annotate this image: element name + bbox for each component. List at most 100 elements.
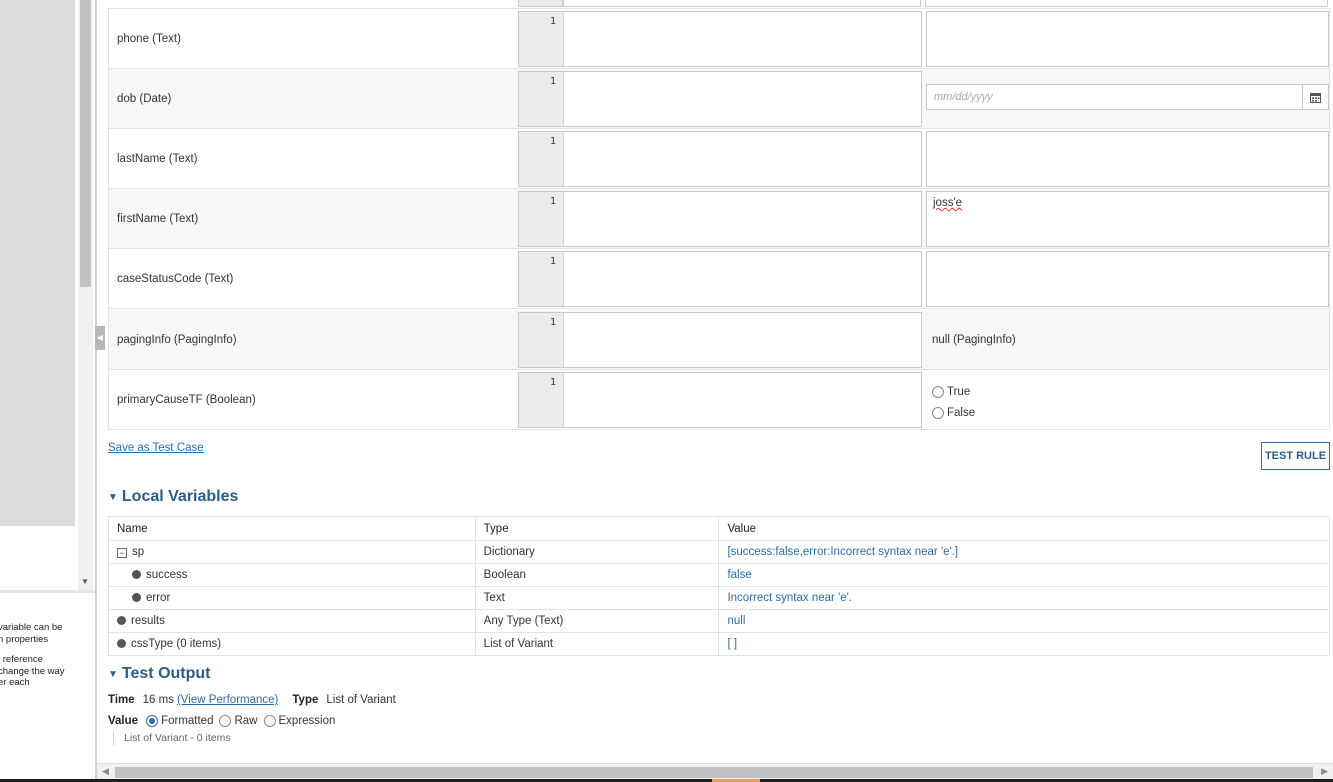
variable-value: null [718, 609, 1330, 633]
param-name: caseStatusCode (Text) [117, 273, 234, 285]
expression-editor[interactable]: 1 [518, 191, 922, 247]
test-output-result: List of Variant - 0 items [113, 731, 231, 745]
expression-editor[interactable]: 1 [518, 251, 922, 307]
expression-gutter: 1 [519, 12, 564, 66]
local-variables-header[interactable]: ▼ Local Variables [108, 488, 238, 506]
dob-date-field[interactable]: mm/dd/yyyy [926, 84, 1329, 110]
line-number: 1 [549, 16, 556, 27]
boolean-radio-group: True False [932, 381, 975, 423]
firstname-value-field[interactable]: joss'e [926, 191, 1329, 247]
left-scrollbar-thumb[interactable] [80, 0, 91, 287]
collapse-panel-icon[interactable]: ◀ [95, 326, 105, 350]
line-number: 1 [549, 136, 556, 147]
variable-name-cell: error [108, 586, 476, 610]
left-panel: ▼ variable can be n properties l referen… [0, 0, 95, 782]
param-name: lastName (Text) [117, 153, 198, 165]
variable-name: success [146, 569, 188, 581]
horizontal-scrollbar[interactable]: ◀ ▶ [97, 763, 1333, 780]
param-row-lastname: lastName (Text) 1 [108, 129, 1330, 189]
scroll-left-arrow-icon[interactable]: ◀ [102, 766, 109, 777]
radio-false[interactable]: False [932, 402, 975, 423]
value-field[interactable] [925, 0, 1328, 7]
chevron-down-icon[interactable]: ▼ [108, 492, 118, 503]
expression-gutter: 1 [519, 72, 564, 126]
variable-name-cell: success [108, 563, 476, 587]
line-number: 1 [549, 196, 556, 207]
expression-editor[interactable]: 1 [518, 312, 922, 368]
scroll-right-arrow-icon[interactable]: ▶ [1321, 766, 1328, 777]
casestatuscode-value-field[interactable] [926, 251, 1329, 307]
radio-true[interactable]: True [932, 381, 975, 402]
scroll-down-arrow-icon[interactable]: ▼ [81, 577, 89, 586]
format-formatted-option[interactable]: Formatted [146, 715, 213, 727]
format-raw-option[interactable]: Raw [219, 715, 258, 727]
table-header-row: Name Type Value [108, 516, 1330, 541]
param-row-paginginfo: pagingInfo (PagingInfo) 1 null (PagingIn… [108, 310, 1330, 370]
field-value: joss'e [933, 197, 963, 209]
help-line: variable can be [0, 622, 63, 633]
lastname-value-field[interactable] [926, 131, 1329, 187]
radio-button[interactable] [263, 715, 276, 727]
calendar-icon[interactable] [1302, 85, 1328, 109]
view-performance-link[interactable]: (View Performance) [177, 694, 278, 706]
help-line: er each [0, 677, 30, 688]
bullet-icon [117, 616, 126, 625]
expression-editor[interactable]: 1 [518, 131, 922, 187]
left-panel-scrollbar[interactable]: ▼ [78, 0, 93, 590]
param-row-phone: phone (Text) 1 [108, 9, 1330, 69]
help-line: n properties [0, 633, 49, 645]
variable-value: false [718, 563, 1330, 587]
param-name: pagingInfo (PagingInfo) [117, 334, 237, 346]
test-output-header[interactable]: ▼ Test Output [108, 665, 210, 683]
radio-label: False [947, 406, 976, 419]
line-number: 1 [549, 76, 556, 87]
radio-label: Expression [278, 715, 336, 727]
radio-label: True [947, 385, 971, 398]
variable-name-cell: − sp [108, 540, 476, 564]
horizontal-scrollbar-thumb[interactable] [115, 767, 1313, 778]
help-line: change the way [0, 665, 65, 677]
expression-gutter: 1 [519, 132, 564, 186]
variable-value: [success:false,error:Incorrect syntax ne… [718, 540, 1330, 564]
expression-editor[interactable]: 1 [518, 372, 922, 428]
expression-gutter: 1 [519, 313, 564, 367]
line-number: 1 [549, 377, 556, 388]
expression-gutter: 1 [519, 252, 564, 306]
radio-button[interactable] [932, 385, 944, 398]
table-row: error Text Incorrect syntax near 'e'. [108, 586, 1330, 610]
paginginfo-value: null (PagingInfo) [932, 334, 1016, 346]
line-number: 1 [549, 317, 556, 328]
panel-splitter[interactable] [95, 0, 97, 782]
collapse-node-icon[interactable]: − [117, 548, 127, 558]
value-format-selector: Value Formatted Raw Expression [108, 715, 341, 727]
variable-name: sp [132, 546, 145, 558]
radio-button[interactable] [146, 715, 159, 727]
time-value: 16 ms [142, 694, 174, 706]
line-number: 1 [549, 256, 556, 267]
time-label: Time [108, 694, 135, 706]
variable-type: Boolean [474, 563, 720, 587]
expression-editor[interactable] [563, 0, 921, 7]
param-row-casestatuscode: caseStatusCode (Text) 1 [108, 249, 1330, 309]
variable-type: Dictionary [474, 540, 720, 564]
radio-button[interactable] [219, 715, 232, 727]
format-expression-option[interactable]: Expression [263, 715, 336, 727]
radio-button[interactable] [932, 406, 944, 419]
expression-editor[interactable]: 1 [518, 71, 922, 127]
column-header-type: Type [474, 516, 720, 541]
expression-editor[interactable]: 1 [518, 11, 922, 67]
expression-gutter: 1 [519, 373, 564, 427]
value-label: Value [108, 715, 139, 727]
radio-label: Raw [234, 715, 258, 727]
save-as-test-case-link[interactable]: Save as Test Case [108, 442, 204, 454]
column-header-name: Name [108, 516, 476, 541]
type-value: List of Variant [326, 694, 396, 706]
variable-type: Any Type (Text) [474, 609, 720, 633]
variable-name: error [146, 592, 171, 604]
phone-value-field[interactable] [926, 11, 1329, 67]
expression-gutter: 1 [519, 192, 564, 246]
test-rule-button[interactable]: TEST RULE [1261, 442, 1330, 470]
chevron-down-icon[interactable]: ▼ [108, 669, 118, 680]
param-name: primaryCauseTF (Boolean) [117, 394, 256, 406]
param-name: phone (Text) [117, 33, 181, 45]
